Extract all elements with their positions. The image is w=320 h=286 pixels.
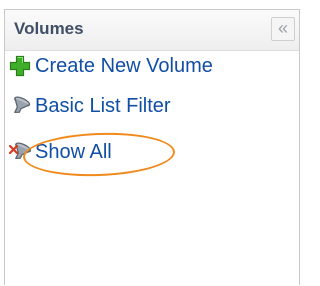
filter-icon — [8, 94, 32, 118]
panel-title: Volumes — [14, 19, 84, 38]
basic-list-filter-link[interactable]: Basic List Filter — [8, 92, 171, 120]
filter-clear-icon — [8, 140, 32, 164]
collapse-button[interactable]: « — [271, 17, 295, 41]
panel-header: Volumes « — [5, 10, 299, 51]
show-all-link[interactable]: Show All — [8, 138, 112, 166]
create-new-volume-link[interactable]: Create New Volume — [8, 52, 213, 80]
show-all-label: Show All — [35, 140, 112, 163]
create-new-volume-label: Create New Volume — [35, 54, 213, 77]
basic-list-filter-label: Basic List Filter — [35, 94, 171, 117]
green-plus-icon — [8, 54, 32, 78]
